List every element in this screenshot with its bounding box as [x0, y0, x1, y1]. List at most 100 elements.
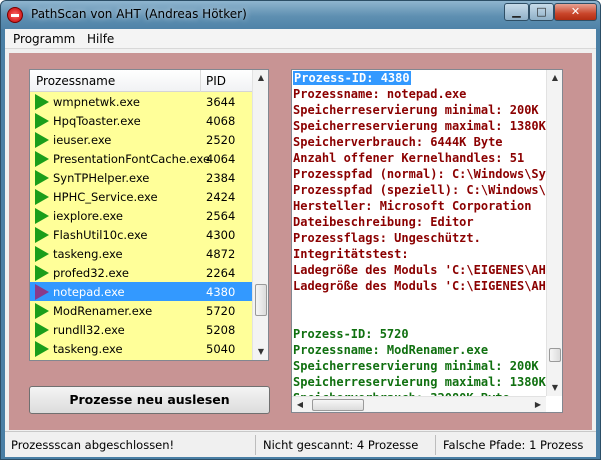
- process-row[interactable]: iexplore.exe 2564: [30, 206, 252, 225]
- scroll-down-icon[interactable]: ▼: [253, 344, 269, 360]
- process-arrow-icon: [35, 227, 49, 243]
- column-header-name[interactable]: Prozessname: [36, 74, 115, 88]
- process-name: ieuser.exe: [53, 133, 112, 147]
- process-arrow-icon: [35, 151, 49, 167]
- process-arrow-icon: [35, 265, 49, 281]
- scroll-right-icon[interactable]: ▶: [530, 397, 546, 413]
- process-row[interactable]: taskeng.exe 5040: [30, 339, 252, 358]
- status-bar: Prozessscan abgeschlossen! Nicht gescann…: [5, 431, 596, 457]
- process-arrow-icon: [35, 322, 49, 338]
- process-pid: 4872: [206, 247, 236, 261]
- menu-bar: Programm Hilfe: [5, 29, 596, 49]
- process-arrow-icon: [35, 341, 49, 357]
- process-pid: 5208: [206, 323, 236, 337]
- scroll-down-icon[interactable]: ▼: [547, 380, 563, 396]
- process-row[interactable]: PresentationFontCache.exe 4064: [30, 149, 252, 168]
- process-details[interactable]: Prozess-ID: 4380 Prozessname: notepad.exe…: [291, 69, 563, 413]
- process-arrow-icon: [35, 246, 49, 262]
- process-name: notepad.exe: [53, 285, 125, 299]
- details-line: Speicherreservierung minimal: 200K Byte: [293, 359, 546, 373]
- client-area: Programm Hilfe Prozessname PID wmpnetwk.…: [5, 29, 596, 457]
- process-pid: 4064: [206, 152, 236, 166]
- process-arrow-icon: [35, 94, 49, 110]
- details-line: Prozessname: notepad.exe: [293, 87, 467, 101]
- process-name: taskeng.exe: [53, 247, 123, 261]
- process-name: HPHC_Service.exe: [53, 190, 158, 204]
- list-scroll-thumb[interactable]: [255, 284, 267, 316]
- status-separator: [255, 435, 256, 455]
- process-pid: 5720: [206, 304, 236, 318]
- list-vertical-scrollbar[interactable]: ▲ ▼: [252, 70, 268, 360]
- process-list[interactable]: Prozessname PID wmpnetwk.exe 3644 HpqToast…: [29, 69, 269, 361]
- column-separator[interactable]: [200, 70, 201, 92]
- process-row[interactable]: wmpnetwk.exe 3644: [30, 92, 252, 111]
- process-row[interactable]: HPHC_Service.exe 2424: [30, 187, 252, 206]
- details-line: Dateibeschreibung: Editor: [293, 215, 474, 229]
- process-arrow-icon: [35, 284, 49, 300]
- process-pid: 5040: [206, 342, 236, 356]
- minimize-icon: ▁: [512, 5, 521, 18]
- close-button[interactable]: ✕: [554, 3, 597, 21]
- process-arrow-icon: [35, 303, 49, 319]
- close-icon: ✕: [570, 5, 581, 18]
- details-scroll-thumb[interactable]: [549, 348, 561, 362]
- details-line: Prozess-ID: 5720: [293, 327, 409, 341]
- process-arrow-icon: [35, 208, 49, 224]
- process-name: SynTPHelper.exe: [53, 171, 150, 185]
- process-pid: 4300: [206, 228, 236, 242]
- app-icon[interactable]: [7, 7, 23, 23]
- scroll-up-icon[interactable]: ▲: [547, 70, 563, 86]
- details-line: Prozess-ID: 4380: [293, 71, 411, 85]
- column-header-pid[interactable]: PID: [206, 74, 226, 88]
- process-row[interactable]: ModRenamer.exe 5720: [30, 301, 252, 320]
- process-name: PresentationFontCache.exe: [53, 152, 211, 166]
- process-arrow-icon: [35, 189, 49, 205]
- minimize-button[interactable]: ▁: [504, 3, 529, 21]
- process-row[interactable]: HpqToaster.exe 4068: [30, 111, 252, 130]
- process-pid: 2264: [206, 266, 236, 280]
- process-row[interactable]: SynTPHelper.exe 2384: [30, 168, 252, 187]
- details-line: Prozessflags: Ungeschützt.: [293, 231, 481, 245]
- process-arrow-icon: [35, 170, 49, 186]
- title-bar[interactable]: PathScan von AHT (Andreas Hötker) ▁ □ ✕: [1, 1, 600, 29]
- menu-programm[interactable]: Programm: [13, 32, 75, 46]
- details-line: Prozesspfad (speziell): C:\Windows\Syste…: [293, 183, 546, 197]
- process-row[interactable]: ieuser.exe 2520: [30, 130, 252, 149]
- status-separator: [435, 435, 436, 455]
- process-pid: 4380: [206, 285, 236, 299]
- details-vertical-scrollbar[interactable]: ▲ ▼: [546, 70, 562, 396]
- details-line: Integritätstest:: [293, 247, 409, 261]
- process-row[interactable]: notepad.exe 4380: [30, 282, 252, 301]
- details-line: Prozessname: ModRenamer.exe: [293, 343, 489, 357]
- process-name: rundll32.exe: [53, 323, 125, 337]
- details-line: Speicherreservierung maximal: 1380K Byte: [293, 119, 546, 133]
- process-name: profed32.exe: [53, 266, 129, 280]
- status-message: Prozessscan abgeschlossen!: [11, 438, 175, 452]
- process-name: taskeng.exe: [53, 342, 123, 356]
- details-line: Speicherreservierung minimal: 200K Byte: [293, 103, 546, 117]
- process-pid: 2564: [206, 209, 236, 223]
- process-pid: 2424: [206, 190, 236, 204]
- status-wrong-paths: Falsche Pfade: 1 Prozess: [443, 438, 584, 452]
- maximize-button[interactable]: □: [529, 3, 554, 21]
- process-row[interactable]: rundll32.exe 5208: [30, 320, 252, 339]
- details-hscroll-thumb[interactable]: [312, 399, 364, 411]
- scroll-up-icon[interactable]: ▲: [253, 70, 269, 86]
- details-line: Speicherverbrauch: 6444K Byte: [293, 135, 503, 149]
- process-pid: 2520: [206, 133, 236, 147]
- process-arrow-icon: [35, 132, 49, 148]
- details-text: Prozess-ID: 4380 Prozessname: notepad.exe…: [292, 70, 546, 396]
- scroll-left-icon[interactable]: ◀: [292, 397, 308, 413]
- status-not-scanned: Nicht gescannt: 4 Prozesse: [263, 438, 419, 452]
- menu-hilfe[interactable]: Hilfe: [87, 32, 114, 46]
- process-pid: 3644: [206, 95, 236, 109]
- details-horizontal-scrollbar[interactable]: ◀ ▶: [292, 396, 546, 412]
- details-line: Anzahl offener Kernelhandles: 51: [293, 151, 525, 165]
- process-row[interactable]: FlashUtil10c.exe 4300: [30, 225, 252, 244]
- process-row[interactable]: profed32.exe 2264: [30, 263, 252, 282]
- process-row[interactable]: taskeng.exe 4872: [30, 244, 252, 263]
- process-pid: 2384: [206, 171, 236, 185]
- process-name: FlashUtil10c.exe: [53, 228, 148, 242]
- process-name: ModRenamer.exe: [53, 304, 153, 318]
- reload-processes-button[interactable]: Prozesse neu auslesen: [29, 386, 270, 414]
